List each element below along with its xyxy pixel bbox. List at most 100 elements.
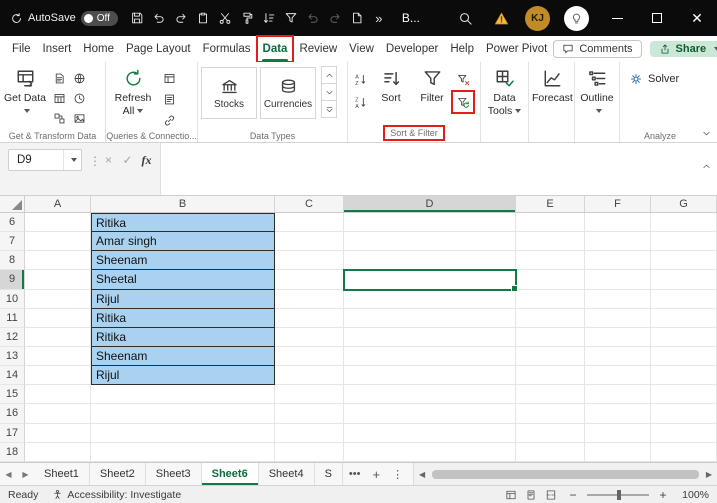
data-tools-button[interactable]: Data Tools <box>484 64 525 128</box>
row-header-13[interactable]: 13 <box>0 346 25 367</box>
cell-b9[interactable]: Sheetal <box>91 270 275 290</box>
cell-d9[interactable] <box>344 270 516 290</box>
row-header-18[interactable]: 18 <box>0 442 25 462</box>
cell-e12[interactable] <box>516 327 585 347</box>
tab-home[interactable]: Home <box>77 36 120 62</box>
cell-g7[interactable] <box>651 232 717 252</box>
sheet-menu-icon[interactable]: ⋮ <box>386 468 409 481</box>
recent-sources-icon[interactable] <box>70 90 88 106</box>
cell-d14[interactable] <box>344 366 516 386</box>
queries-connections-icon[interactable] <box>160 70 178 86</box>
add-sheet-button[interactable]: + <box>366 467 386 482</box>
autosave-switch[interactable]: Off <box>80 10 118 26</box>
cell-f14[interactable] <box>585 366 651 386</box>
cell-c9[interactable] <box>275 270 344 290</box>
cell-c14[interactable] <box>275 366 344 386</box>
cell-e15[interactable] <box>516 385 585 405</box>
filter-icon[interactable] <box>280 5 302 31</box>
refresh-all-button[interactable]: Refresh All <box>109 64 157 128</box>
cell-e17[interactable] <box>516 423 585 443</box>
cell-a9[interactable] <box>25 270 91 290</box>
from-table-range-icon[interactable] <box>50 90 68 106</box>
cell-a8[interactable] <box>25 251 91 271</box>
tab-data[interactable]: Data <box>255 35 295 63</box>
undo-icon[interactable] <box>148 5 170 31</box>
cell-b8[interactable]: Sheenam <box>91 251 275 271</box>
overflow-icon[interactable]: » <box>368 5 390 31</box>
cell-d18[interactable] <box>344 442 516 462</box>
cell-b10[interactable]: Rijul <box>91 289 275 309</box>
cell-e14[interactable] <box>516 366 585 386</box>
cell-b13[interactable]: Sheenam <box>91 346 275 367</box>
enter-icon[interactable]: ✓ <box>118 149 137 171</box>
avatar[interactable]: KJ <box>525 5 550 31</box>
cell-b7[interactable]: Amar singh <box>91 232 275 252</box>
page-break-preview-icon[interactable] <box>543 487 559 503</box>
zoom-out-button[interactable]: − <box>568 488 578 502</box>
cell-b12[interactable]: Ritika <box>91 327 275 347</box>
cell-a17[interactable] <box>25 423 91 443</box>
document-title[interactable]: B... <box>402 11 420 25</box>
row-header-8[interactable]: 8 <box>0 251 25 271</box>
cell-e13[interactable] <box>516 346 585 367</box>
scroll-right-icon[interactable]: ▶ <box>701 470 717 479</box>
cell-e6[interactable] <box>516 213 585 233</box>
comments-button[interactable]: Comments <box>553 40 642 58</box>
zoom-level[interactable]: 100% <box>677 489 709 501</box>
cell-b15[interactable] <box>91 385 275 405</box>
tab-help[interactable]: Help <box>444 36 480 62</box>
redo-dim-icon[interactable] <box>324 5 346 31</box>
existing-connections-icon[interactable] <box>50 111 68 127</box>
cell-b16[interactable] <box>91 404 275 424</box>
sheet-tab-sheet3[interactable]: Sheet3 <box>146 463 202 485</box>
from-text-csv-icon[interactable] <box>50 70 68 86</box>
undo-dim-icon[interactable] <box>302 5 324 31</box>
cell-a15[interactable] <box>25 385 91 405</box>
tab-page-layout[interactable]: Page Layout <box>120 36 197 62</box>
cell-b6[interactable]: Ritika <box>91 213 275 233</box>
cell-c16[interactable] <box>275 404 344 424</box>
cell-c13[interactable] <box>275 346 344 367</box>
cell-a13[interactable] <box>25 346 91 367</box>
cell-f8[interactable] <box>585 251 651 271</box>
row-header-6[interactable]: 6 <box>0 213 25 233</box>
select-all-corner[interactable] <box>0 196 25 212</box>
search-icon[interactable] <box>447 0 483 36</box>
cell-c11[interactable] <box>275 308 344 328</box>
cancel-icon[interactable]: × <box>99 149 118 171</box>
autosave-toggle[interactable]: AutoSave Off <box>10 10 118 26</box>
paste-icon[interactable] <box>192 5 214 31</box>
row-header-12[interactable]: 12 <box>0 327 25 347</box>
cell-f6[interactable] <box>585 213 651 233</box>
cell-f15[interactable] <box>585 385 651 405</box>
cell-a18[interactable] <box>25 442 91 462</box>
scroll-left-icon[interactable]: ◀ <box>414 470 430 479</box>
redo-icon[interactable] <box>170 5 192 31</box>
filter-button[interactable]: Filter <box>413 64 451 128</box>
cell-d11[interactable] <box>344 308 516 328</box>
column-header-g[interactable]: G <box>651 196 717 212</box>
cell-c10[interactable] <box>275 289 344 309</box>
solver-button[interactable]: Solver <box>629 72 693 86</box>
cell-g13[interactable] <box>651 346 717 367</box>
cell-e8[interactable] <box>516 251 585 271</box>
row-header-7[interactable]: 7 <box>0 232 25 252</box>
name-box-chevron-icon[interactable] <box>63 150 81 170</box>
cell-d16[interactable] <box>344 404 516 424</box>
cell-f17[interactable] <box>585 423 651 443</box>
properties-icon[interactable] <box>160 91 178 107</box>
tab-insert[interactable]: Insert <box>37 36 78 62</box>
cell-f18[interactable] <box>585 442 651 462</box>
sheet-tab-sheet2[interactable]: Sheet2 <box>90 463 146 485</box>
cell-d6[interactable] <box>344 213 516 233</box>
format-painter-icon[interactable] <box>236 5 258 31</box>
cell-a6[interactable] <box>25 213 91 233</box>
zoom-slider[interactable] <box>587 489 649 500</box>
cell-a10[interactable] <box>25 289 91 309</box>
sort-button[interactable]: Sort <box>372 64 410 128</box>
cell-c7[interactable] <box>275 232 344 252</box>
cell-d13[interactable] <box>344 346 516 367</box>
minimize-icon[interactable] <box>597 0 637 36</box>
sort-az-icon[interactable]: AZ <box>351 70 369 88</box>
cell-c12[interactable] <box>275 327 344 347</box>
